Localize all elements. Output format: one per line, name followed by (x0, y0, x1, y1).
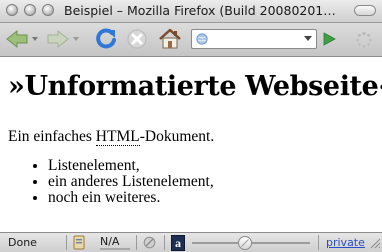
url-field[interactable] (191, 29, 317, 49)
blocked-icon[interactable] (143, 233, 157, 252)
forward-button[interactable] (44, 25, 82, 53)
page-heading: »Unformatierte Webseite« (8, 71, 382, 102)
list-item: noch ein weiteres. (48, 190, 214, 206)
slider-knob[interactable] (238, 236, 252, 250)
url-history-dropdown-icon[interactable] (304, 36, 312, 41)
na-indicator: N/A (100, 234, 130, 250)
page-content: »Unformatierte Webseite« Ein einfaches H… (0, 57, 382, 232)
home-icon (159, 28, 181, 49)
item-list: Listenelement, ein anderes Listenelement… (8, 158, 214, 206)
addon-a-icon[interactable]: a (171, 233, 185, 252)
go-arrow-icon[interactable] (321, 31, 337, 47)
reload-icon (96, 28, 116, 49)
zoom-window-button[interactable] (42, 4, 54, 16)
status-bar: Done N/A a private (0, 232, 382, 252)
throbber-icon (356, 31, 372, 48)
home-button[interactable] (156, 25, 184, 53)
forward-arrow-icon (47, 29, 79, 49)
paragraph-text-before: Ein einfaches (8, 128, 96, 145)
html-abbreviation[interactable]: HTML (95, 128, 140, 146)
status-separator (318, 235, 319, 250)
globe-icon (196, 33, 208, 45)
status-text: Done (8, 236, 37, 249)
toolbar-toggle-button[interactable] (354, 5, 376, 16)
private-link[interactable]: private (326, 233, 365, 252)
stop-button[interactable] (123, 25, 151, 53)
zoom-slider[interactable] (192, 233, 310, 252)
paragraph-text-after: -Dokument. (139, 128, 215, 145)
status-separator (164, 235, 165, 250)
document-icon[interactable] (73, 233, 87, 252)
minimize-window-button[interactable] (24, 4, 36, 16)
resize-grip-icon[interactable] (369, 233, 381, 252)
intro-paragraph: Ein einfaches HTML-Dokument. (8, 128, 214, 146)
reload-button[interactable] (92, 25, 120, 53)
navigation-toolbar (0, 23, 382, 57)
back-arrow-icon (6, 29, 38, 49)
status-separator (66, 235, 67, 250)
window-title: Beispiel – Mozilla Firefox (Build 200802… (64, 3, 336, 18)
stop-icon (127, 29, 147, 49)
status-separator (136, 235, 137, 250)
close-window-button[interactable] (6, 4, 18, 16)
title-bar: Beispiel – Mozilla Firefox (Build 200802… (0, 0, 382, 23)
back-button[interactable] (3, 25, 41, 53)
list-item: Listenelement, (48, 158, 214, 174)
svg-text:a: a (175, 236, 181, 250)
list-item: ein anderes Listenelement, (48, 174, 214, 190)
